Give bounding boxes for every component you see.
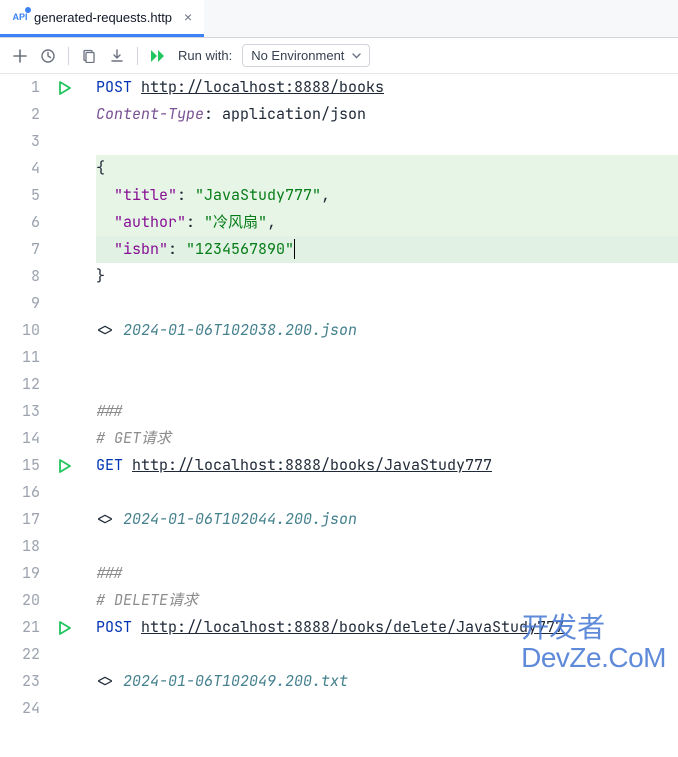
code-editor[interactable]: 1 2 3 4 5 6 7 8 9 10 11 12 13 14 15 16 1…: [0, 74, 678, 722]
code-line: [96, 290, 678, 317]
tab-bar: API generated-requests.http ×: [0, 0, 678, 38]
code-content[interactable]: POST http://localhost:8888/books Content…: [80, 74, 678, 722]
add-button[interactable]: [8, 44, 32, 68]
line-gutter: 1 2 3 4 5 6 7 8 9 10 11 12 13 14 15 16 1…: [0, 74, 50, 722]
code-line: [96, 641, 678, 668]
file-tab[interactable]: API generated-requests.http ×: [0, 0, 204, 37]
run-request-icon[interactable]: [50, 452, 80, 479]
text-cursor: [294, 239, 295, 259]
http-file-icon: API: [12, 9, 28, 25]
run-all-button[interactable]: [146, 44, 170, 68]
code-line: <> 2024-01-06T102049.200.txt: [96, 668, 678, 695]
code-line: [96, 371, 678, 398]
code-line: [96, 479, 678, 506]
run-request-icon[interactable]: [50, 614, 80, 641]
code-line: [96, 695, 678, 722]
code-line: "isbn": "1234567890": [96, 236, 678, 263]
code-line: ###: [96, 398, 678, 425]
environment-select[interactable]: No Environment: [242, 44, 370, 67]
code-line: <> 2024-01-06T102044.200.json: [96, 506, 678, 533]
code-line: [96, 128, 678, 155]
code-line: [96, 533, 678, 560]
tab-filename: generated-requests.http: [34, 10, 172, 25]
separator: [68, 47, 69, 65]
close-icon[interactable]: ×: [184, 10, 192, 24]
examples-button[interactable]: [77, 44, 101, 68]
code-line: POST http://localhost:8888/books: [96, 74, 678, 101]
run-request-icon[interactable]: [50, 74, 80, 101]
code-line: POST http://localhost:8888/books/delete/…: [96, 614, 678, 641]
run-gutter: [50, 74, 80, 722]
code-line: GET http://localhost:8888/books/JavaStud…: [96, 452, 678, 479]
code-line: [96, 344, 678, 371]
code-line: # DELETE请求: [96, 587, 678, 614]
code-line: }: [96, 263, 678, 290]
code-line: {: [96, 155, 678, 182]
import-button[interactable]: [105, 44, 129, 68]
code-line: "author": "冷风扇",: [96, 209, 678, 236]
chevron-down-icon: [352, 53, 361, 59]
run-with-label: Run with:: [178, 48, 232, 63]
code-line: # GET请求: [96, 425, 678, 452]
toolbar: Run with: No Environment: [0, 38, 678, 74]
code-line: Content-Type: application/json: [96, 101, 678, 128]
separator: [137, 47, 138, 65]
environment-value: No Environment: [251, 48, 344, 63]
code-line: ###: [96, 560, 678, 587]
code-line: "title": "JavaStudy777",: [96, 182, 678, 209]
code-line: <> 2024-01-06T102038.200.json: [96, 317, 678, 344]
history-button[interactable]: [36, 44, 60, 68]
